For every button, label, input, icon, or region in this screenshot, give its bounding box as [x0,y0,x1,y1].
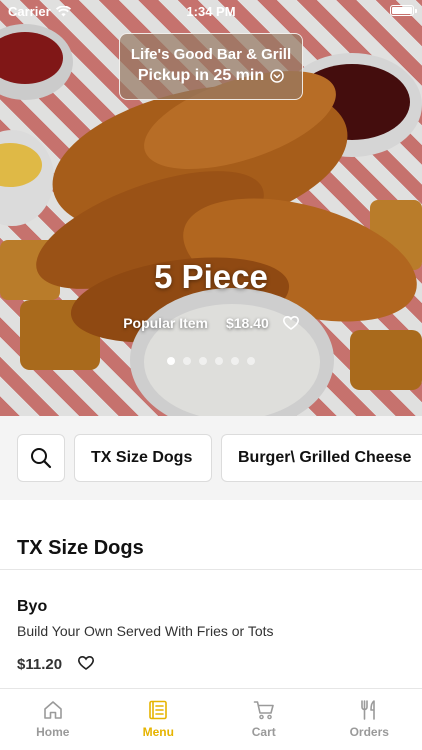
bottom-tab-bar: Home Menu Cart Orders [0,688,422,750]
status-bar: Carrier 1:34 PM [0,0,422,22]
clock: 1:34 PM [186,4,236,19]
pickup-time: Pickup in 25 min [120,65,302,87]
pickup-label: Pickup in 25 min [137,67,265,84]
chevron-down-circle-icon [270,69,284,83]
cart-icon [253,701,274,720]
featured-item-price: $18.40 [225,315,269,331]
tab-menu[interactable]: Menu [106,689,212,750]
search-button[interactable] [17,434,65,482]
carousel-dot[interactable] [247,357,255,365]
favorite-heart-icon[interactable] [282,316,299,330]
category-chip-burger-grilled-cheese[interactable]: Burger\ Grilled Cheese [221,434,422,482]
carousel-dot[interactable] [183,357,191,365]
favorite-heart-icon[interactable] [78,656,94,670]
store-name: Life's Good Bar & Grill [130,46,292,63]
battery-icon [390,5,417,16]
home-icon [43,701,62,719]
tab-cart[interactable]: Cart [211,689,317,750]
carousel-dot[interactable] [199,357,207,365]
category-chip-tx-size-dogs[interactable]: TX Size Dogs [74,434,212,482]
carousel-page-indicator[interactable] [0,357,422,365]
carousel-dot[interactable] [167,357,175,365]
search-icon [31,448,52,469]
menu-item-description: Build Your Own Served With Fries or Tots [17,623,274,639]
tab-cart-label: Cart [251,725,276,739]
menu-item[interactable]: Byo Build Your Own Served With Fries or … [0,570,422,688]
tab-menu-label: Menu [142,725,174,739]
featured-item-title: 5 Piece [154,258,268,295]
tab-orders[interactable]: Orders [317,689,422,750]
carousel-dot[interactable] [215,357,223,365]
tab-home-label: Home [36,725,70,739]
tab-home[interactable]: Home [0,689,106,750]
menu-item-name: Byo [17,598,48,615]
hero-banner[interactable]: Carrier 1:34 PM Life's Good Bar & Grill … [0,0,422,416]
category-bar: TX Size Dogs Burger\ Grilled Cheese [0,416,422,500]
featured-item-tag: Popular Item [123,315,208,331]
menu-item-price: $11.20 [17,656,63,673]
section-title: TX Size Dogs [17,537,144,559]
featured-item-meta: Popular Item $18.40 [0,315,422,331]
store-pickup-selector[interactable]: Life's Good Bar & Grill Pickup in 25 min [119,33,303,100]
tab-orders-label: Orders [349,725,389,739]
orders-icon [361,700,376,720]
menu-icon [149,700,168,720]
carousel-dot[interactable] [231,357,239,365]
